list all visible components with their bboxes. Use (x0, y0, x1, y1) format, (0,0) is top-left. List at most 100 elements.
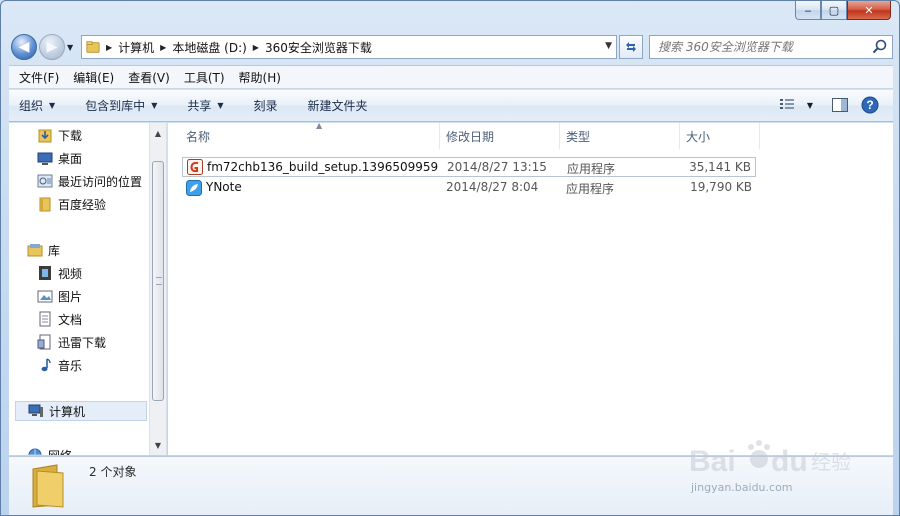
computer-icon (28, 404, 43, 417)
burn-button[interactable]: 刻录 (254, 97, 278, 114)
music-library-icon (41, 358, 51, 372)
svg-text:Bai: Bai (689, 445, 736, 478)
nav-item-videos[interactable]: 视频 (37, 263, 157, 283)
nav-item-recent-places[interactable]: 最近访问的位置 (37, 171, 157, 191)
flashget-app-icon (187, 159, 203, 175)
nav-item-xunlei-downloads[interactable]: 迅雷下载 (37, 332, 157, 352)
nav-group-label: 网络 (48, 447, 72, 456)
pictures-library-icon (37, 290, 53, 303)
menu-tools[interactable]: 工具(T) (184, 69, 225, 86)
minimize-button[interactable]: ‒ (795, 1, 821, 20)
breadcrumb-arrow[interactable]: ▶ (106, 43, 112, 52)
scrollbar-grip (156, 277, 162, 285)
nav-group-computer[interactable]: 计算机 (15, 401, 147, 421)
breadcrumb-arrow[interactable]: ▶ (160, 43, 166, 52)
scroll-up-arrow-icon[interactable]: ▲ (150, 125, 166, 141)
share-button[interactable]: 共享 ▼ (187, 97, 223, 114)
menu-view[interactable]: 查看(V) (128, 69, 170, 86)
address-bar[interactable]: ▶ 计算机 ▶ 本地磁盘 (D:) ▶ 360安全浏览器下载 ▼ (81, 35, 617, 59)
nav-item-label: 文档 (58, 312, 83, 327)
help-button[interactable]: ? (861, 96, 879, 114)
address-row: ◀ ▶ ▼ ▶ 计算机 ▶ 本地磁盘 (D:) ▶ 360安全浏览器下载 ▼ (9, 33, 893, 61)
menu-file[interactable]: 文件(F) (19, 69, 59, 86)
file-date-modified: 2014/8/27 13:15 (447, 160, 547, 174)
folder-icon (86, 41, 100, 53)
column-header-size[interactable]: 大小 (680, 123, 760, 149)
file-list-pane: 名称 ▲ 修改日期 类型 大小 fm72chb136_build_setup.1… (168, 121, 893, 455)
breadcrumb-arrow[interactable]: ▶ (253, 43, 259, 52)
menu-bar: 文件(F) 编辑(E) 查看(V) 工具(T) 帮助(H) (9, 65, 893, 89)
nav-group-network[interactable]: 网络 (27, 445, 147, 455)
svg-text:?: ? (866, 98, 873, 112)
column-header-name[interactable]: 名称 ▲ (180, 121, 440, 149)
nav-item-baidu-jingyan[interactable]: 百度经验 (37, 194, 157, 214)
file-size: 19,790 KB (690, 180, 752, 194)
file-row[interactable]: YNote 2014/8/27 8:04 应用程序 19,790 KB (182, 178, 756, 198)
menu-help[interactable]: 帮助(H) (239, 69, 281, 86)
new-folder-label: 新建文件夹 (307, 99, 368, 113)
help-icon: ? (861, 96, 879, 114)
preview-pane-button[interactable] (831, 96, 849, 114)
nav-item-desktop[interactable]: 桌面 (37, 148, 157, 168)
column-header-type[interactable]: 类型 (560, 123, 680, 149)
caption-buttons: ‒ ▢ ✕ (795, 1, 891, 21)
command-bar: 组织 ▼ 包含到库中 ▼ 共享 ▼ 刻录 新建文件夹 ▼ ? (9, 90, 893, 122)
view-options-chevron-icon[interactable]: ▼ (801, 96, 819, 114)
organize-label: 组织 (19, 99, 44, 113)
file-type: 应用程序 (566, 182, 615, 196)
breadcrumb-current-folder[interactable]: 360安全浏览器下载 (265, 39, 372, 56)
nav-item-downloads[interactable]: 下载 (37, 125, 157, 145)
view-controls: ▼ ? (767, 96, 879, 114)
file-row[interactable]: fm72chb136_build_setup.1396509959 2014/8… (182, 157, 756, 177)
nav-item-pictures[interactable]: 图片 (37, 286, 157, 306)
details-view-icon (780, 99, 794, 109)
new-folder-button[interactable]: 新建文件夹 (308, 97, 368, 114)
nav-item-label: 迅雷下载 (58, 335, 107, 350)
nav-group-label: 库 (48, 243, 61, 258)
refresh-button[interactable] (619, 35, 643, 59)
network-icon (28, 448, 42, 455)
nav-item-label: 图片 (58, 289, 83, 304)
file-name: fm72chb136_build_setup.1396509959 (207, 160, 439, 174)
search-icon[interactable] (872, 39, 888, 55)
desktop-icon (37, 152, 53, 165)
xunlei-library-icon (37, 334, 51, 350)
nav-group-libraries[interactable]: 库 (27, 240, 147, 260)
downloads-folder-icon (38, 129, 52, 143)
back-button[interactable]: ◀ (11, 34, 37, 60)
navigation-pane: 下载 桌面 最近访问的位置 百度经验 库 视频 图片 文档 迅雷下载 音乐 计算… (9, 123, 167, 455)
menu-edit[interactable]: 编辑(E) (73, 69, 114, 86)
nav-item-label: 音乐 (58, 358, 83, 373)
folder-icon (39, 197, 51, 212)
breadcrumb-drive-d[interactable]: 本地磁盘 (D:) (172, 39, 246, 56)
close-button[interactable]: ✕ (847, 1, 891, 20)
nav-item-label: 百度经验 (58, 197, 107, 212)
include-in-library-label: 包含到库中 (85, 99, 146, 113)
organize-button[interactable]: 组织 ▼ (19, 97, 55, 114)
address-dropdown-icon[interactable]: ▼ (605, 41, 612, 51)
search-input[interactable] (658, 40, 868, 54)
share-label: 共享 (187, 99, 212, 113)
chevron-down-icon: ▼ (49, 101, 56, 110)
recent-pages-dropdown[interactable]: ▼ (67, 43, 73, 52)
column-header-label: 名称 (186, 129, 211, 144)
include-in-library-button[interactable]: 包含到库中 ▼ (85, 97, 157, 114)
nav-item-music[interactable]: 音乐 (37, 355, 157, 375)
scroll-down-arrow-icon[interactable]: ▼ (150, 437, 166, 453)
change-view-button[interactable] (779, 96, 797, 114)
nav-item-documents[interactable]: 文档 (37, 309, 157, 329)
chevron-down-icon: ▼ (217, 101, 224, 110)
nav-pane-scrollbar[interactable]: ▲ ▼ (149, 123, 166, 455)
column-header-date-modified[interactable]: 修改日期 (440, 123, 560, 149)
burn-label: 刻录 (253, 99, 278, 113)
libraries-icon (27, 244, 43, 257)
column-header-label: 修改日期 (446, 129, 495, 144)
folder-large-icon (32, 464, 64, 508)
nav-item-label: 视频 (58, 266, 83, 281)
scrollbar-thumb[interactable] (152, 161, 164, 401)
maximize-button[interactable]: ▢ (821, 1, 847, 20)
search-box[interactable] (649, 35, 893, 59)
forward-button[interactable]: ▶ (39, 34, 65, 60)
breadcrumb-computer[interactable]: 计算机 (118, 39, 154, 56)
refresh-icon (626, 42, 636, 52)
